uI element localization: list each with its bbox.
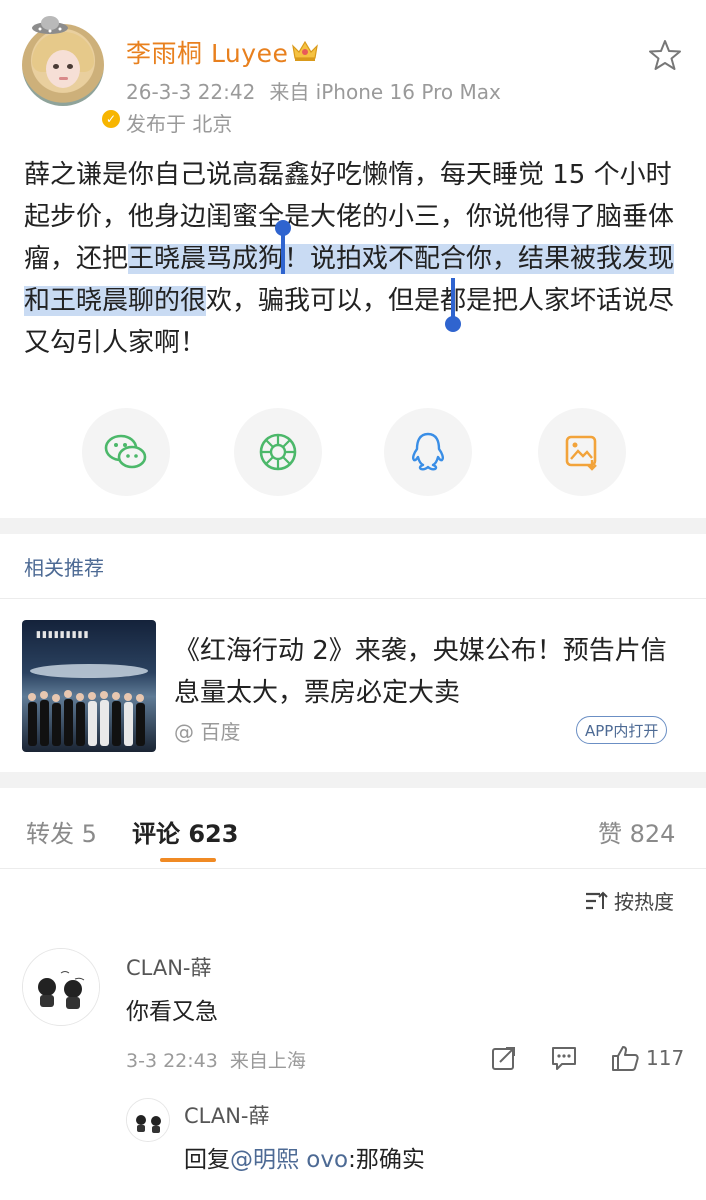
reply-prefix: 回复 — [184, 1147, 230, 1173]
commenter-avatar[interactable] — [22, 948, 100, 1026]
reply-body: :那确实 — [348, 1147, 425, 1173]
comment-repost-button[interactable] — [490, 1044, 518, 1072]
section-divider — [0, 518, 706, 534]
sort-icon — [586, 891, 608, 909]
comment-meta: 3-3 22:43 来自上海 — [126, 1046, 306, 1073]
comment-reply-button[interactable] — [550, 1044, 578, 1072]
share-arrow-icon — [492, 1047, 515, 1070]
verified-badge-icon: ✓ — [100, 108, 122, 130]
tab-likes[interactable]: 赞 824 — [598, 814, 675, 849]
comment-icon — [552, 1047, 576, 1070]
post-body[interactable]: 薛之谦是你自己说高磊鑫好吃懒惰，每天睡觉 15 个小时起步价，他身边闺蜜全是大佬… — [24, 154, 684, 364]
sort-by-hot-button[interactable]: 按热度 — [584, 886, 674, 915]
wechat-icon — [104, 434, 147, 469]
reply-mention[interactable]: @明熙 ovo — [230, 1147, 348, 1173]
reply-name[interactable]: CLAN-薛 — [184, 1100, 270, 1130]
save-image-button[interactable] — [538, 408, 626, 496]
reply-text: 回复@明熙 ovo:那确实 — [184, 1140, 425, 1174]
post-meta: 26-3-3 22:42 来自 iPhone 16 Pro Max — [126, 76, 501, 105]
like-count: 117 — [646, 1046, 685, 1070]
save-image-icon — [565, 435, 597, 471]
active-tab-indicator — [160, 858, 216, 862]
comment-like-button[interactable]: 117 — [610, 1044, 684, 1072]
comment-text: 你看又急 — [126, 999, 218, 1025]
divider — [0, 598, 706, 599]
author-name[interactable]: 李雨桐 Luyee — [126, 34, 288, 70]
comment-time: 3-3 22:43 — [126, 1050, 218, 1072]
share-row — [0, 408, 706, 496]
tab-comments[interactable]: 评论 623 — [132, 814, 238, 849]
comment-location: 来自上海 — [229, 1050, 306, 1072]
selection-end-bar — [451, 278, 455, 318]
sort-label: 按热度 — [614, 890, 674, 914]
post-time: 26-3-3 22:42 — [126, 80, 256, 104]
moments-icon — [259, 433, 297, 471]
tab-repost[interactable]: 转发 5 — [26, 814, 97, 849]
selection-start-bar — [281, 232, 285, 274]
selection-end-handle[interactable] — [445, 316, 461, 332]
related-title: 相关推荐 — [24, 556, 104, 580]
open-in-app-button[interactable]: APP内打开 — [576, 716, 668, 744]
commenter-name[interactable]: CLAN-薛 — [126, 952, 212, 982]
related-source: @ 百度 — [174, 720, 241, 744]
weibo-post: ✓ 李雨桐 Luyee 26-3-3 22:42 来自 iPhone 16 Pro… — [0, 0, 706, 518]
qq-icon — [412, 432, 444, 471]
author-avatar[interactable]: ✓ — [22, 16, 122, 130]
thumbs-up-icon — [612, 1046, 639, 1071]
share-moments-button[interactable] — [234, 408, 322, 496]
related-headline[interactable]: 《红海行动 2》来袭，央媒公布！预告片信息量太大，票房必定大卖 — [174, 630, 674, 714]
reply-avatar[interactable] — [126, 1098, 170, 1142]
divider — [0, 868, 706, 869]
section-divider — [0, 772, 706, 788]
ufo-pendant-icon — [32, 16, 68, 34]
post-location: 发布于 北京 — [126, 112, 233, 136]
crown-member-icon — [292, 40, 318, 61]
share-wechat-button[interactable] — [82, 408, 170, 496]
favorite-star-icon[interactable] — [648, 38, 682, 72]
interaction-tabs: 转发 5 评论 623 赞 824 — [0, 790, 706, 870]
share-qq-button[interactable] — [384, 408, 472, 496]
related-thumbnail[interactable]: ▮▮▮▮▮▮▮▮▮ — [22, 620, 156, 752]
post-device: 来自 iPhone 16 Pro Max — [269, 80, 501, 104]
